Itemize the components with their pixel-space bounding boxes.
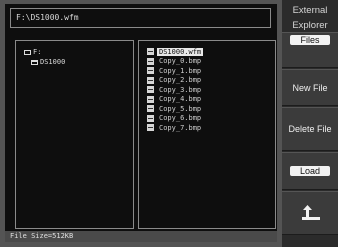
file-item[interactable]: Copy_7.bmp — [147, 123, 203, 133]
file-icon — [147, 76, 154, 84]
new-file-button[interactable]: New File — [282, 69, 338, 106]
tree-drive-node[interactable]: F: — [24, 48, 41, 56]
drive-icon — [24, 49, 31, 55]
tree-folder-node[interactable]: DS1000 — [31, 58, 65, 66]
folder-icon — [31, 59, 38, 65]
load-button[interactable]: Load — [282, 152, 338, 190]
file-name: Copy_6.bmp — [159, 114, 202, 123]
file-icon — [147, 124, 154, 132]
directory-tree[interactable]: F: DS1000 — [15, 40, 134, 229]
file-icon — [147, 86, 154, 94]
file-icon — [147, 57, 154, 65]
file-item[interactable]: DS1000.wfm — [147, 47, 204, 57]
tree-drive-label: F: — [33, 48, 42, 56]
file-list[interactable]: DS1000.wfm Copy_0.bmp Copy_1.bmp Copy_2.bmp… — [138, 40, 276, 229]
file-icon — [147, 67, 154, 75]
explorer-label: Explorer — [292, 20, 328, 31]
menu-title: External — [292, 5, 328, 16]
file-icon — [147, 114, 154, 122]
file-browser-panel: F:\DS1000.wfm F: DS1000 DS1000.wfm Copy_0… — [0, 0, 282, 247]
file-name: Copy_2.bmp — [159, 76, 202, 85]
delete-file-button[interactable]: Delete File — [282, 107, 338, 151]
file-browser-content: F:\DS1000.wfm F: DS1000 DS1000.wfm Copy_0… — [5, 4, 277, 242]
file-icon — [147, 105, 154, 113]
return-arrow-icon — [302, 205, 320, 220]
new-file-label: New File — [292, 82, 328, 93]
delete-file-label: Delete File — [288, 124, 332, 134]
file-item[interactable]: Copy_0.bmp — [147, 57, 203, 67]
file-name: Copy_1.bmp — [159, 66, 202, 75]
load-value: Load — [289, 166, 331, 176]
file-icon — [147, 48, 154, 56]
file-item[interactable]: Copy_4.bmp — [147, 95, 203, 105]
menu-sidebar: External Explorer Files New File Delete … — [282, 0, 338, 247]
file-item[interactable]: Copy_1.bmp — [147, 66, 203, 76]
file-name: Copy_0.bmp — [159, 57, 202, 66]
file-size-status: File Size=512KB — [5, 231, 277, 242]
file-item[interactable]: Copy_3.bmp — [147, 85, 203, 95]
file-item[interactable]: Copy_2.bmp — [147, 76, 203, 86]
file-name: Copy_5.bmp — [159, 104, 202, 113]
explorer-value: Files — [290, 35, 330, 45]
file-icon — [147, 95, 154, 103]
file-name: Copy_4.bmp — [159, 95, 202, 104]
file-name: Copy_7.bmp — [159, 123, 202, 132]
explorer-button[interactable]: Files — [282, 32, 338, 68]
file-item[interactable]: Copy_5.bmp — [147, 104, 203, 114]
path-field: F:\DS1000.wfm — [10, 8, 271, 28]
file-name: DS1000.wfm — [157, 47, 204, 56]
tree-folder-label: DS1000 — [40, 58, 66, 66]
file-name: Copy_3.bmp — [159, 85, 202, 94]
file-item[interactable]: Copy_6.bmp — [147, 114, 203, 124]
